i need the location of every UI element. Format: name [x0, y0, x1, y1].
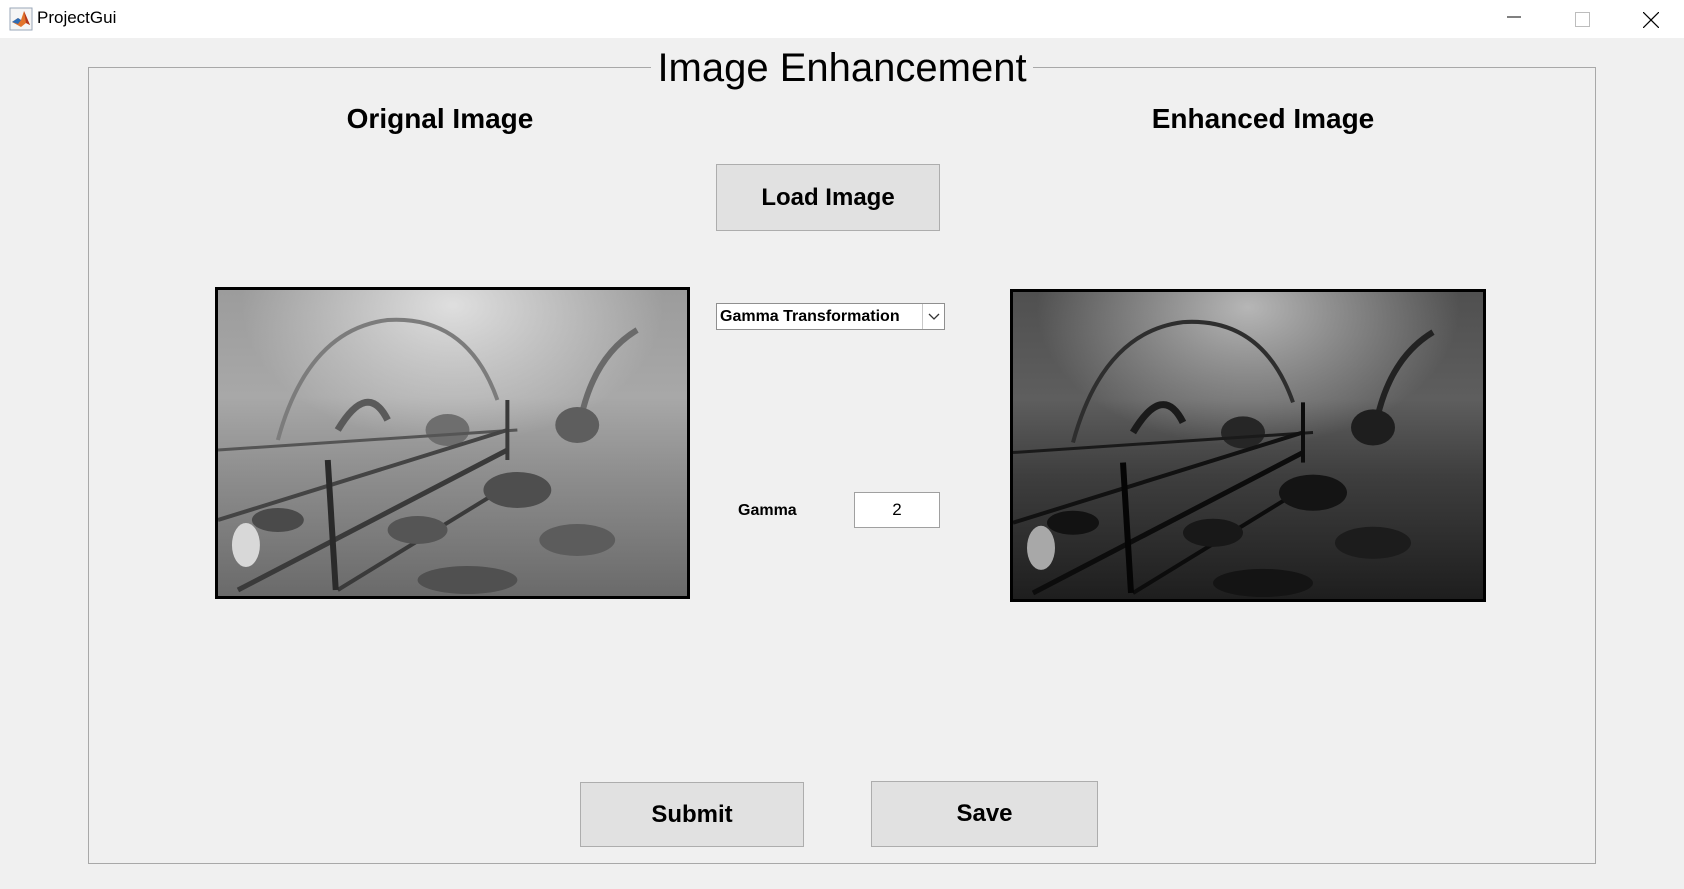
close-icon	[1643, 12, 1659, 28]
original-image-content	[218, 290, 687, 596]
chevron-down-icon	[928, 313, 940, 320]
original-image-heading: Orignal Image	[346, 103, 534, 134]
close-button[interactable]	[1616, 0, 1684, 38]
maximize-icon	[1575, 12, 1590, 27]
save-button[interactable]: Save	[871, 781, 1098, 847]
maximize-button[interactable]	[1548, 0, 1616, 38]
panel-title: Image Enhancement	[0, 44, 1684, 92]
matlab-icon	[9, 7, 33, 31]
minimize-button[interactable]	[1480, 0, 1548, 38]
gamma-label: Gamma	[738, 502, 797, 519]
minimize-icon	[1507, 16, 1521, 18]
original-image	[215, 287, 690, 599]
dropdown-toggle[interactable]	[922, 304, 944, 329]
enhanced-image-heading: Enhanced Image	[1151, 103, 1375, 134]
window-title: ProjectGui	[37, 8, 117, 27]
transform-select-value: Gamma Transformation	[720, 308, 900, 325]
enhanced-image-content	[1013, 292, 1483, 599]
panel-title-text: Image Enhancement	[651, 46, 1033, 90]
submit-button[interactable]: Submit	[580, 782, 804, 847]
enhanced-image	[1010, 289, 1486, 602]
transform-select[interactable]: Gamma Transformation	[716, 303, 945, 330]
load-image-button[interactable]: Load Image	[716, 164, 940, 231]
title-bar: ProjectGui	[0, 0, 1684, 38]
gamma-input[interactable]	[854, 492, 940, 528]
